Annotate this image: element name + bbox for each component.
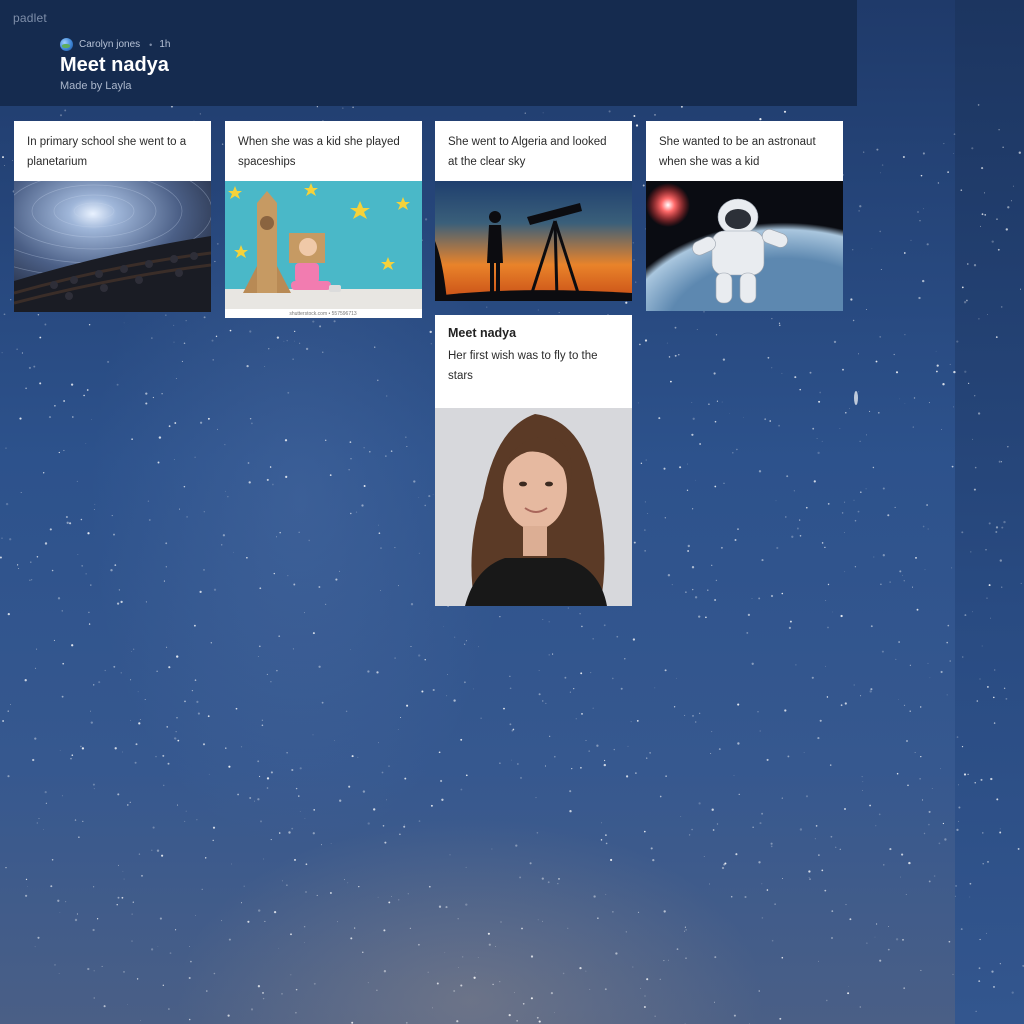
padlet-logo[interactable]: padlet xyxy=(13,11,47,25)
page-title: Meet nadya xyxy=(60,54,169,76)
post-card-astronaut[interactable]: She wanted to be an astronaut when she w… xyxy=(646,121,843,311)
planetarium-dome-photo xyxy=(14,181,211,312)
page-subtitle: Made by Layla xyxy=(60,80,132,92)
post-text: Her first wish was to fly to the stars xyxy=(448,350,598,382)
avatar[interactable] xyxy=(60,38,73,51)
separator-dot: • xyxy=(149,39,153,50)
board-header: padlet Carolyn jones • 1h Meet nadya Mad… xyxy=(0,0,857,106)
post-text: She went to Algeria and looked at the cl… xyxy=(448,136,607,168)
post-text: She wanted to be an astronaut when she w… xyxy=(659,136,816,168)
author-row: Carolyn jones • 1h xyxy=(60,38,170,51)
girl-cardboard-rocket-photo: shutterstock.com • 557596713 xyxy=(225,181,422,318)
post-card-algeria[interactable]: She went to Algeria and looked at the cl… xyxy=(435,121,632,301)
post-card-planetarium[interactable]: In primary school she went to a planetar… xyxy=(14,121,211,312)
image-caption: shutterstock.com • 557596713 xyxy=(289,311,357,317)
time-ago: 1h xyxy=(159,39,171,50)
post-card-spaceships[interactable]: When she was a kid she played spaceships… xyxy=(225,121,422,318)
post-card-meet-nadya[interactable]: Meet nadya Her first wish was to fly to … xyxy=(435,315,632,606)
post-text: In primary school she went to a planetar… xyxy=(27,136,187,168)
post-text: When she was a kid she played spaceships xyxy=(238,136,400,168)
telescope-silhouette-sunset-photo xyxy=(435,181,632,301)
portrait-photo xyxy=(435,408,632,606)
post-title: Meet nadya xyxy=(448,326,517,340)
astronaut-spacewalk-photo xyxy=(646,181,843,311)
author-name[interactable]: Carolyn jones xyxy=(79,39,140,50)
